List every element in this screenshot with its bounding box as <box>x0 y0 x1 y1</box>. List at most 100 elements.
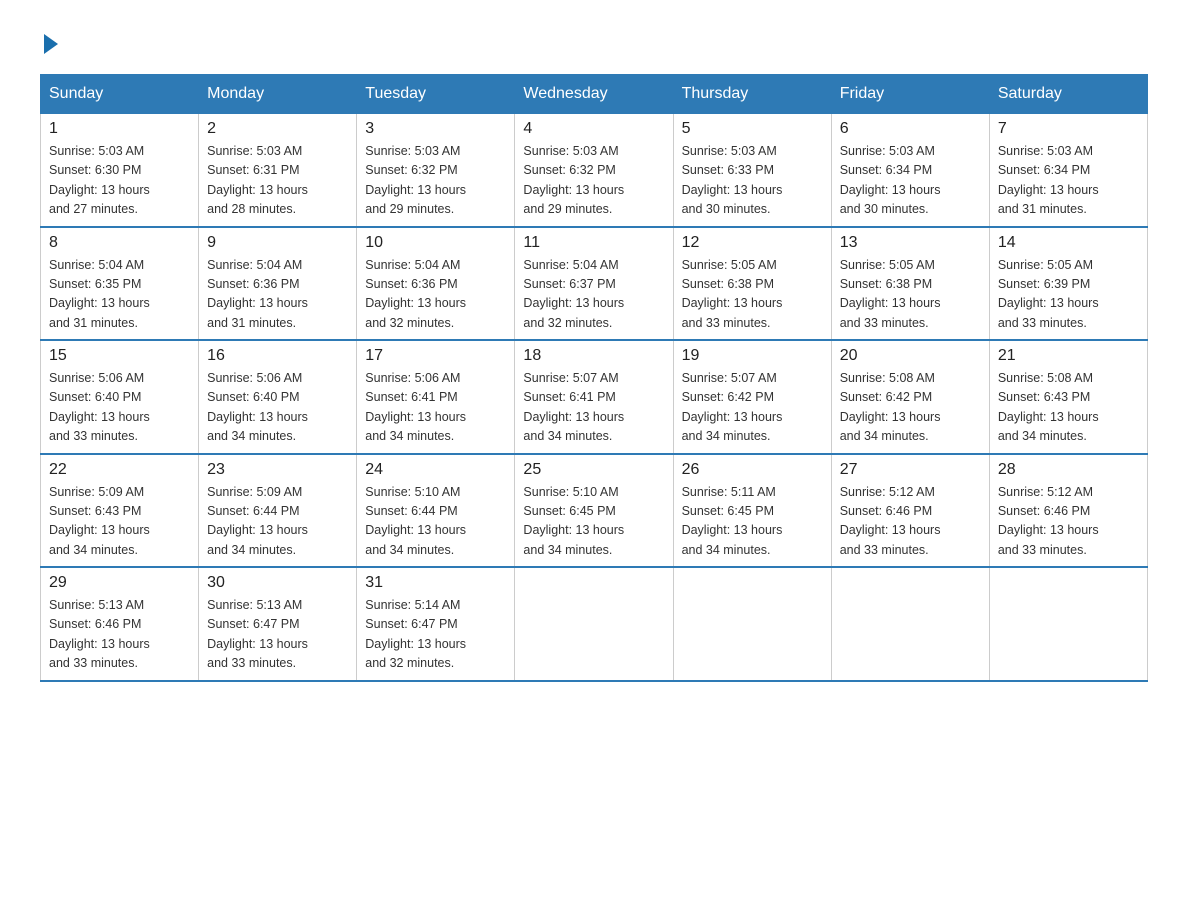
column-header-friday: Friday <box>831 75 989 114</box>
day-number: 6 <box>840 120 981 138</box>
day-info: Sunrise: 5:08 AMSunset: 6:43 PMDaylight:… <box>998 371 1099 443</box>
calendar-day-cell: 4 Sunrise: 5:03 AMSunset: 6:32 PMDayligh… <box>515 114 673 227</box>
column-header-monday: Monday <box>199 75 357 114</box>
calendar-day-cell: 14 Sunrise: 5:05 AMSunset: 6:39 PMDaylig… <box>989 227 1147 341</box>
day-info: Sunrise: 5:05 AMSunset: 6:39 PMDaylight:… <box>998 258 1099 330</box>
calendar-day-cell: 27 Sunrise: 5:12 AMSunset: 6:46 PMDaylig… <box>831 454 989 568</box>
day-number: 16 <box>207 347 348 365</box>
logo <box>40 30 58 54</box>
column-header-wednesday: Wednesday <box>515 75 673 114</box>
day-info: Sunrise: 5:04 AMSunset: 6:36 PMDaylight:… <box>207 258 308 330</box>
day-number: 24 <box>365 461 506 479</box>
day-info: Sunrise: 5:12 AMSunset: 6:46 PMDaylight:… <box>840 485 941 557</box>
logo-arrow-icon <box>44 34 58 54</box>
day-number: 2 <box>207 120 348 138</box>
calendar-day-cell: 21 Sunrise: 5:08 AMSunset: 6:43 PMDaylig… <box>989 340 1147 454</box>
calendar-day-cell: 11 Sunrise: 5:04 AMSunset: 6:37 PMDaylig… <box>515 227 673 341</box>
calendar-day-cell: 19 Sunrise: 5:07 AMSunset: 6:42 PMDaylig… <box>673 340 831 454</box>
calendar-day-cell: 13 Sunrise: 5:05 AMSunset: 6:38 PMDaylig… <box>831 227 989 341</box>
day-info: Sunrise: 5:05 AMSunset: 6:38 PMDaylight:… <box>682 258 783 330</box>
calendar-day-cell: 24 Sunrise: 5:10 AMSunset: 6:44 PMDaylig… <box>357 454 515 568</box>
day-info: Sunrise: 5:07 AMSunset: 6:42 PMDaylight:… <box>682 371 783 443</box>
day-info: Sunrise: 5:14 AMSunset: 6:47 PMDaylight:… <box>365 598 466 670</box>
calendar-day-cell: 3 Sunrise: 5:03 AMSunset: 6:32 PMDayligh… <box>357 114 515 227</box>
day-number: 21 <box>998 347 1139 365</box>
calendar-day-cell: 22 Sunrise: 5:09 AMSunset: 6:43 PMDaylig… <box>41 454 199 568</box>
calendar-day-cell <box>673 567 831 681</box>
day-info: Sunrise: 5:06 AMSunset: 6:40 PMDaylight:… <box>49 371 150 443</box>
day-number: 5 <box>682 120 823 138</box>
day-number: 20 <box>840 347 981 365</box>
day-number: 13 <box>840 234 981 252</box>
day-info: Sunrise: 5:11 AMSunset: 6:45 PMDaylight:… <box>682 485 783 557</box>
day-info: Sunrise: 5:03 AMSunset: 6:32 PMDaylight:… <box>365 144 466 216</box>
calendar-day-cell: 6 Sunrise: 5:03 AMSunset: 6:34 PMDayligh… <box>831 114 989 227</box>
calendar-day-cell: 23 Sunrise: 5:09 AMSunset: 6:44 PMDaylig… <box>199 454 357 568</box>
day-number: 29 <box>49 574 190 592</box>
calendar-day-cell: 7 Sunrise: 5:03 AMSunset: 6:34 PMDayligh… <box>989 114 1147 227</box>
page-header <box>40 30 1148 54</box>
day-number: 22 <box>49 461 190 479</box>
column-header-thursday: Thursday <box>673 75 831 114</box>
day-number: 19 <box>682 347 823 365</box>
day-info: Sunrise: 5:13 AMSunset: 6:46 PMDaylight:… <box>49 598 150 670</box>
day-info: Sunrise: 5:04 AMSunset: 6:37 PMDaylight:… <box>523 258 624 330</box>
day-number: 3 <box>365 120 506 138</box>
calendar-day-cell: 25 Sunrise: 5:10 AMSunset: 6:45 PMDaylig… <box>515 454 673 568</box>
calendar-week-row: 8 Sunrise: 5:04 AMSunset: 6:35 PMDayligh… <box>41 227 1148 341</box>
day-number: 9 <box>207 234 348 252</box>
calendar-day-cell <box>989 567 1147 681</box>
calendar-day-cell: 28 Sunrise: 5:12 AMSunset: 6:46 PMDaylig… <box>989 454 1147 568</box>
day-info: Sunrise: 5:05 AMSunset: 6:38 PMDaylight:… <box>840 258 941 330</box>
calendar-day-cell: 10 Sunrise: 5:04 AMSunset: 6:36 PMDaylig… <box>357 227 515 341</box>
calendar-day-cell <box>515 567 673 681</box>
calendar-week-row: 22 Sunrise: 5:09 AMSunset: 6:43 PMDaylig… <box>41 454 1148 568</box>
day-number: 7 <box>998 120 1139 138</box>
day-info: Sunrise: 5:10 AMSunset: 6:45 PMDaylight:… <box>523 485 624 557</box>
calendar-day-cell: 1 Sunrise: 5:03 AMSunset: 6:30 PMDayligh… <box>41 114 199 227</box>
calendar-table: SundayMondayTuesdayWednesdayThursdayFrid… <box>40 74 1148 682</box>
column-header-sunday: Sunday <box>41 75 199 114</box>
calendar-day-cell: 5 Sunrise: 5:03 AMSunset: 6:33 PMDayligh… <box>673 114 831 227</box>
day-number: 31 <box>365 574 506 592</box>
column-header-tuesday: Tuesday <box>357 75 515 114</box>
day-info: Sunrise: 5:06 AMSunset: 6:40 PMDaylight:… <box>207 371 308 443</box>
day-info: Sunrise: 5:03 AMSunset: 6:34 PMDaylight:… <box>840 144 941 216</box>
calendar-day-cell: 9 Sunrise: 5:04 AMSunset: 6:36 PMDayligh… <box>199 227 357 341</box>
calendar-day-cell: 18 Sunrise: 5:07 AMSunset: 6:41 PMDaylig… <box>515 340 673 454</box>
day-number: 15 <box>49 347 190 365</box>
day-info: Sunrise: 5:13 AMSunset: 6:47 PMDaylight:… <box>207 598 308 670</box>
day-info: Sunrise: 5:06 AMSunset: 6:41 PMDaylight:… <box>365 371 466 443</box>
day-info: Sunrise: 5:03 AMSunset: 6:30 PMDaylight:… <box>49 144 150 216</box>
day-number: 11 <box>523 234 664 252</box>
day-number: 30 <box>207 574 348 592</box>
calendar-day-cell: 16 Sunrise: 5:06 AMSunset: 6:40 PMDaylig… <box>199 340 357 454</box>
calendar-day-cell: 17 Sunrise: 5:06 AMSunset: 6:41 PMDaylig… <box>357 340 515 454</box>
calendar-day-cell: 30 Sunrise: 5:13 AMSunset: 6:47 PMDaylig… <box>199 567 357 681</box>
column-header-saturday: Saturday <box>989 75 1147 114</box>
day-number: 8 <box>49 234 190 252</box>
calendar-day-cell: 2 Sunrise: 5:03 AMSunset: 6:31 PMDayligh… <box>199 114 357 227</box>
day-info: Sunrise: 5:03 AMSunset: 6:31 PMDaylight:… <box>207 144 308 216</box>
day-number: 12 <box>682 234 823 252</box>
day-info: Sunrise: 5:03 AMSunset: 6:32 PMDaylight:… <box>523 144 624 216</box>
calendar-day-cell: 29 Sunrise: 5:13 AMSunset: 6:46 PMDaylig… <box>41 567 199 681</box>
calendar-day-cell: 12 Sunrise: 5:05 AMSunset: 6:38 PMDaylig… <box>673 227 831 341</box>
day-info: Sunrise: 5:07 AMSunset: 6:41 PMDaylight:… <box>523 371 624 443</box>
day-number: 26 <box>682 461 823 479</box>
day-info: Sunrise: 5:08 AMSunset: 6:42 PMDaylight:… <box>840 371 941 443</box>
calendar-day-cell: 20 Sunrise: 5:08 AMSunset: 6:42 PMDaylig… <box>831 340 989 454</box>
day-number: 14 <box>998 234 1139 252</box>
day-info: Sunrise: 5:09 AMSunset: 6:44 PMDaylight:… <box>207 485 308 557</box>
day-info: Sunrise: 5:03 AMSunset: 6:33 PMDaylight:… <box>682 144 783 216</box>
calendar-day-cell: 8 Sunrise: 5:04 AMSunset: 6:35 PMDayligh… <box>41 227 199 341</box>
day-number: 28 <box>998 461 1139 479</box>
day-number: 17 <box>365 347 506 365</box>
calendar-week-row: 29 Sunrise: 5:13 AMSunset: 6:46 PMDaylig… <box>41 567 1148 681</box>
calendar-week-row: 1 Sunrise: 5:03 AMSunset: 6:30 PMDayligh… <box>41 114 1148 227</box>
day-info: Sunrise: 5:10 AMSunset: 6:44 PMDaylight:… <box>365 485 466 557</box>
day-number: 27 <box>840 461 981 479</box>
calendar-day-cell: 15 Sunrise: 5:06 AMSunset: 6:40 PMDaylig… <box>41 340 199 454</box>
calendar-day-cell: 31 Sunrise: 5:14 AMSunset: 6:47 PMDaylig… <box>357 567 515 681</box>
day-info: Sunrise: 5:04 AMSunset: 6:35 PMDaylight:… <box>49 258 150 330</box>
